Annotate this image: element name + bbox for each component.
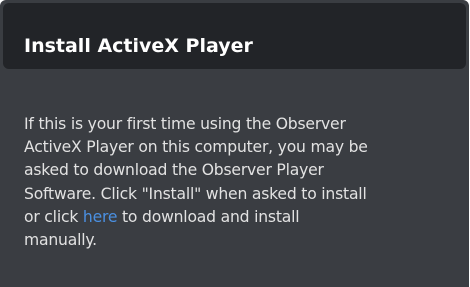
body-line-1: If this is your first time using the Obs…	[24, 115, 346, 133]
panel-body: If this is your first time using the Obs…	[24, 113, 452, 252]
body-line-5-suffix: to download and install	[117, 207, 300, 226]
body-line-3: asked to download the Observer Player	[24, 161, 324, 180]
body-line-6: manually.	[24, 231, 97, 250]
body-line-2: ActiveX Player on this computer, you may…	[24, 138, 368, 157]
body-line-4: Software. Click "Install" when asked to …	[24, 184, 367, 203]
page: Install ActiveX Player If this is your f…	[0, 0, 470, 287]
download-here-link[interactable]: here	[83, 208, 118, 226]
panel-title: Install ActiveX Player	[24, 35, 253, 57]
panel-header: Install ActiveX Player	[3, 3, 466, 69]
body-line-5: or click here to download and install	[24, 206, 452, 229]
install-activex-panel: Install ActiveX Player If this is your f…	[0, 0, 469, 287]
body-line-5-prefix: or click	[24, 207, 83, 226]
